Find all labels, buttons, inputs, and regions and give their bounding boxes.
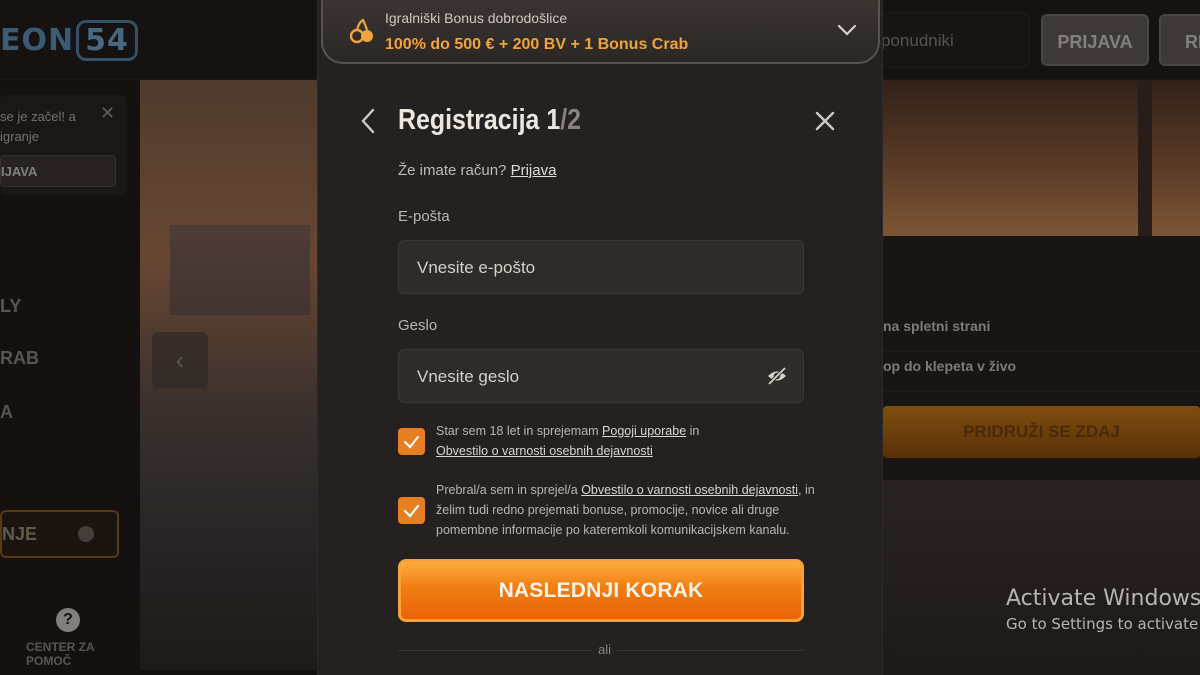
cherry-icon [349,18,373,44]
password-field[interactable]: Vnesite geslo [398,349,804,403]
or-separator: ali [592,642,618,657]
checkmark-icon [403,504,420,518]
password-label: Geslo [398,317,438,334]
privacy-notice-link-2[interactable]: Obvestilo o varnosti osebnih dejavnosti [581,483,798,497]
activate-windows-subtitle: Go to Settings to activate W [1006,615,1200,633]
privacy-notice-link[interactable]: Obvestilo o varnosti osebnih dejavnosti [436,444,653,458]
email-label: E-pošta [398,208,450,225]
back-arrow-icon[interactable] [360,108,376,134]
checkmark-icon [403,435,420,449]
next-step-button[interactable]: NASLEDNJI KORAK [398,559,804,622]
terms-checkbox[interactable] [398,428,425,455]
modal-title: Registracija 1/2 [398,104,581,137]
login-link[interactable]: Prijava [511,162,557,179]
marketing-consent-text: Prebral/a sem in sprejel/a Obvestilo o v… [436,480,815,540]
modal-step-total: /2 [560,104,582,136]
email-field[interactable]: Vnesite e-pošto [398,240,804,294]
marketing-text-line2: želim tudi redno prejemati bonuse, promo… [436,503,780,517]
welcome-bonus-banner[interactable]: Igralniški Bonus dobrodošlice 100% do 50… [321,0,880,64]
close-icon[interactable] [814,110,836,132]
bonus-value: 100% do 500 € + 200 BV + 1 Bonus Crab [385,36,689,53]
terms-consent-text: Star sem 18 let in sprejemam Pogoji upor… [436,421,699,461]
bonus-title: Igralniški Bonus dobrodošlice [385,10,568,26]
terms-of-use-link[interactable]: Pogoji uporabe [602,424,686,438]
marketing-checkbox[interactable] [398,497,425,524]
marketing-text-line3: pomembne informacije po kateremkoli komu… [436,523,790,537]
eye-off-icon[interactable] [766,366,788,386]
have-account-text: Že imate račun? Prijava [398,162,556,179]
marketing-text-b: , in [798,483,815,497]
terms-text-a: Star sem 18 let in sprejemam [436,424,603,438]
chevron-down-icon[interactable] [837,22,857,38]
activate-windows-title: Activate Windows [1006,586,1200,611]
modal-title-text: Registracija 1 [398,104,561,136]
marketing-text-a: Prebral/a sem in sprejel/a [436,483,582,497]
have-account-label: Že imate račun? [398,162,507,179]
terms-text-b: in [686,424,700,438]
registration-modal: Igralniški Bonus dobrodošlice 100% do 50… [317,0,883,675]
